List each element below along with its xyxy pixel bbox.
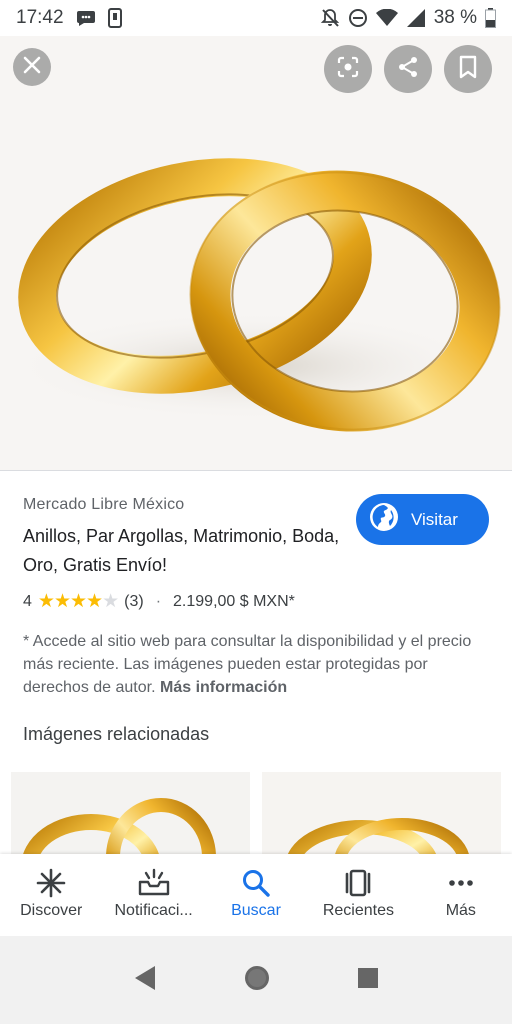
main-image[interactable] (0, 36, 512, 470)
bookmark-button[interactable] (444, 45, 492, 93)
nav-more[interactable]: Más (410, 854, 512, 936)
status-time: 17:42 (16, 7, 64, 28)
wifi-icon (375, 9, 398, 27)
visit-button[interactable]: Visitar (356, 494, 489, 545)
search-icon (241, 868, 271, 898)
status-bar: 17:42 38 % (0, 0, 512, 36)
nav-label: Buscar (231, 902, 281, 919)
related-image[interactable] (11, 772, 250, 854)
chat-bubble-icon (76, 9, 96, 27)
share-button[interactable] (384, 45, 432, 93)
bookmark-icon (458, 55, 478, 84)
bottom-navigation: Discover Notificaci... Buscar Recientes … (0, 854, 512, 936)
related-image[interactable] (262, 772, 501, 854)
back-icon[interactable] (133, 965, 157, 996)
nav-discover[interactable]: Discover (0, 854, 102, 936)
nav-search[interactable]: Buscar (205, 854, 307, 936)
close-icon (23, 56, 41, 79)
result-source[interactable]: Mercado Libre México (23, 496, 184, 514)
rating-row: 4 ★★★★★ (3) · 2.199,00 $ MXN* (23, 590, 295, 613)
battery-label: 38 % (433, 7, 477, 28)
nav-recents[interactable]: Recientes (307, 854, 409, 936)
signal-icon (406, 9, 426, 27)
rating-stars: ★★★★★ (37, 590, 119, 613)
rating-count: (3) (124, 592, 144, 610)
system-navigation (0, 936, 512, 1024)
nav-notifications[interactable]: Notificaci... (102, 854, 204, 936)
recents-icon (342, 868, 374, 898)
rings-thumbnail (287, 818, 469, 854)
overview-icon[interactable] (357, 967, 379, 994)
related-images-title: Imágenes relacionadas (23, 724, 210, 744)
home-icon[interactable] (243, 964, 271, 997)
nav-label: Discover (20, 902, 83, 919)
rings-thumbnail (23, 798, 216, 854)
star-icon: ★ (53, 591, 71, 612)
battery-icon (485, 8, 496, 28)
rating-separator: · (155, 592, 162, 610)
visit-label: Visitar (411, 509, 458, 529)
notifications-off-icon (320, 8, 340, 28)
star-empty-icon: ★ (102, 591, 119, 612)
rating-value: 4 (23, 592, 32, 610)
lens-icon (336, 55, 360, 84)
sim-icon (107, 8, 122, 28)
nav-label: Notificaci... (114, 902, 193, 919)
dnd-icon (348, 8, 368, 28)
close-button[interactable] (13, 48, 51, 86)
notifications-icon (138, 868, 170, 898)
star-icon: ★ (37, 591, 55, 612)
more-info-link[interactable]: Más información (160, 679, 287, 696)
lens-button[interactable] (324, 45, 372, 93)
result-title[interactable]: Anillos, Par Argollas, Matrimonio, Boda,… (23, 522, 343, 580)
share-icon (396, 55, 420, 84)
result-price: 2.199,00 $ MXN* (173, 592, 295, 610)
discover-icon (36, 868, 66, 898)
nav-label: Recientes (322, 902, 394, 919)
nav-label: Más (445, 902, 476, 919)
more-icon (446, 868, 476, 898)
star-icon: ★ (70, 591, 87, 612)
hero-divider (0, 470, 512, 471)
globe-icon (369, 502, 399, 537)
disclaimer: * Accede al sitio web para consultar la … (23, 630, 493, 699)
gold-rings-image (10, 158, 501, 432)
star-icon: ★ (86, 591, 103, 612)
